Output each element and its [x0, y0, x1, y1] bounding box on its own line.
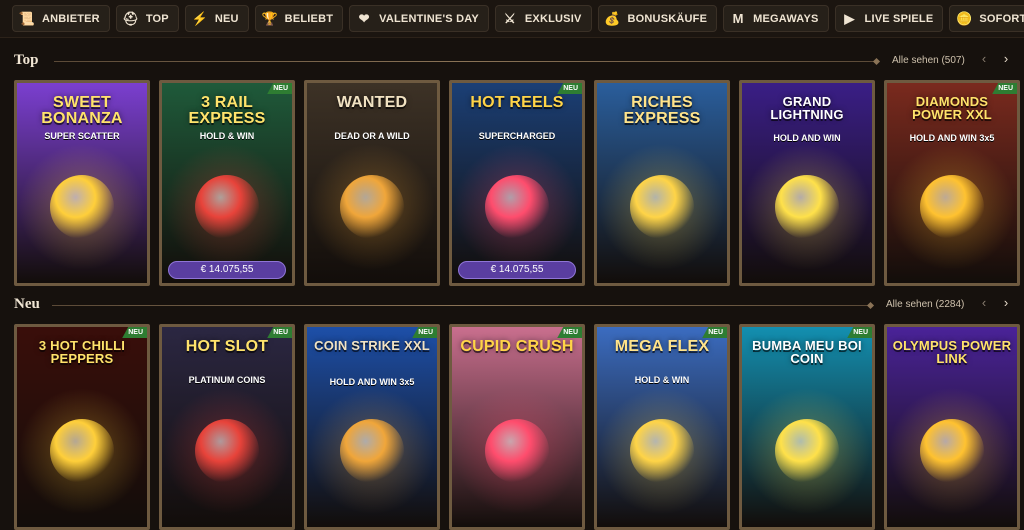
- game-title: BUMBA MEU BOI COIN: [752, 338, 862, 367]
- nav-label: EXKLUSIV: [524, 12, 582, 25]
- nav-valentine-s-day[interactable]: ❤ VALENTINE'S DAY: [349, 5, 489, 32]
- game-card[interactable]: 3 RAIL EXPRESS HOLD & WIN NEU € 14.075,55: [159, 80, 295, 286]
- game-card[interactable]: 3 HOT CHILLI PEPPERS NEU: [14, 324, 150, 530]
- game-subtitle: HOLD AND WIN 3x5: [329, 377, 415, 387]
- section-top-title: Top: [14, 52, 39, 68]
- trophy-icon: 🏆: [261, 11, 278, 26]
- nav-label: SOFORT-SPIELE: [979, 12, 1024, 25]
- game-emblem-icon: [920, 175, 984, 239]
- game-card[interactable]: MEGA FLEX HOLD & WIN NEU: [594, 324, 730, 530]
- section-divider: [54, 61, 876, 62]
- game-card[interactable]: HOT SLOT PLATINUM COINS NEU: [159, 324, 295, 530]
- nav-label: VALENTINE'S DAY: [379, 12, 479, 25]
- game-subtitle: SUPER SCATTER: [44, 131, 120, 141]
- see-all-neu-link[interactable]: Alle sehen (2284): [886, 299, 964, 310]
- nav-label: ANBIETER: [42, 12, 100, 25]
- game-card[interactable]: OLYMPUS POWER LINK: [884, 324, 1020, 530]
- nav-label: BONUSKÄUFE: [627, 12, 708, 25]
- game-card[interactable]: BUMBA MEU BOI COIN NEU: [739, 324, 875, 530]
- game-title: HOT SLOT: [185, 338, 269, 355]
- crossed-swords-icon: ⚔: [503, 11, 516, 26]
- game-emblem-icon: [630, 419, 694, 483]
- game-emblem-icon: [340, 175, 404, 239]
- section-divider: [52, 305, 870, 306]
- next-arrow-icon[interactable]: ›: [999, 296, 1013, 310]
- game-emblem-icon: [195, 419, 259, 483]
- next-arrow-icon[interactable]: ›: [999, 52, 1013, 66]
- nav-label: MEGAWAYS: [753, 12, 819, 25]
- game-subtitle: DEAD OR A WILD: [334, 131, 410, 141]
- game-subtitle: HOLD & WIN: [634, 375, 690, 385]
- game-emblem-icon: [485, 175, 549, 239]
- nav-megaways[interactable]: M MEGAWAYS: [723, 5, 829, 32]
- game-title: COIN STRIKE XXL: [314, 338, 430, 353]
- jackpot-amount: € 14.075,55: [168, 261, 286, 279]
- game-card[interactable]: GRAND LIGHTNING HOLD AND WIN: [739, 80, 875, 286]
- play-icon: ▶: [844, 11, 855, 26]
- game-subtitle: PLATINUM COINS: [188, 375, 266, 385]
- game-title: SWEET BONANZA: [41, 94, 123, 128]
- game-emblem-icon: [50, 175, 114, 239]
- game-title: DIAMONDS POWER XXL: [912, 94, 992, 123]
- nav-label: LIVE SPIELE: [864, 12, 934, 25]
- game-card[interactable]: SWEET BONANZA SUPER SCATTER: [14, 80, 150, 286]
- game-card[interactable]: COIN STRIKE XXL HOLD AND WIN 3x5 NEU: [304, 324, 440, 530]
- game-subtitle: HOLD AND WIN: [773, 133, 841, 143]
- nav-label: NEU: [214, 12, 239, 25]
- game-card[interactable]: CUPID CRUSH NEU: [449, 324, 585, 530]
- game-title: GRAND LIGHTNING: [770, 94, 844, 123]
- coin-stack-icon: 🪙: [956, 11, 973, 26]
- game-title: 3 RAIL EXPRESS: [188, 94, 266, 128]
- game-title: CUPID CRUSH: [460, 338, 574, 355]
- game-card[interactable]: WANTED DEAD OR A WILD: [304, 80, 440, 286]
- scroll-icon: 📜: [18, 11, 36, 26]
- game-subtitle: SUPERCHARGED: [478, 131, 556, 141]
- section-neu: Neu Alle sehen (2284) ‹ › 3 HOT CHILLI P…: [0, 290, 1024, 530]
- game-emblem-icon: [775, 419, 839, 483]
- game-emblem-icon: [920, 419, 984, 483]
- prev-arrow-icon[interactable]: ‹: [977, 296, 991, 310]
- game-emblem-icon: [340, 419, 404, 483]
- lightning-icon: ⚡: [191, 11, 209, 26]
- game-title: MEGA FLEX: [614, 338, 710, 355]
- helmet-icon: ⛑: [122, 11, 140, 26]
- section-neu-title: Neu: [14, 296, 40, 312]
- money-bag-icon: 💰: [604, 11, 621, 26]
- game-title: RICHES EXPRESS: [623, 94, 701, 128]
- nav-label: TOP: [145, 12, 169, 25]
- game-card[interactable]: RICHES EXPRESS: [594, 80, 730, 286]
- game-title: OLYMPUS POWER LINK: [892, 338, 1012, 367]
- nav-anbieter[interactable]: 📜 ANBIETER: [12, 5, 110, 32]
- game-emblem-icon: [50, 419, 114, 483]
- nav-beliebt[interactable]: 🏆 BELIEBT: [254, 5, 344, 32]
- game-emblem-icon: [775, 175, 839, 239]
- jackpot-amount: € 14.075,55: [458, 261, 576, 279]
- nav-neu[interactable]: ⚡ NEU: [184, 5, 249, 32]
- game-title: WANTED: [336, 94, 408, 111]
- nav-exklusiv[interactable]: ⚔ EXKLUSIV: [494, 5, 592, 32]
- section-top: Top Alle sehen (507) ‹ › SWEET BONANZA SU…: [0, 46, 1024, 286]
- nav-sofort-spiele[interactable]: 🪙 SOFORT-SPIELE: [949, 5, 1024, 32]
- game-subtitle: HOLD & WIN: [199, 131, 255, 141]
- heart-icon: ❤: [358, 11, 370, 26]
- game-card[interactable]: DIAMONDS POWER XXL HOLD AND WIN 3x5 NEU: [884, 80, 1020, 286]
- megaways-m-icon: M: [732, 11, 744, 26]
- nav-top[interactable]: ⛑ TOP: [115, 5, 179, 32]
- game-title: HOT REELS: [470, 94, 564, 111]
- nav-bonuskäufe[interactable]: 💰 BONUSKÄUFE: [597, 5, 718, 32]
- nav-live-spiele[interactable]: ▶ LIVE SPIELE: [834, 5, 944, 32]
- game-emblem-icon: [630, 175, 694, 239]
- game-card[interactable]: HOT REELS SUPERCHARGED NEU € 14.075,55: [449, 80, 585, 286]
- nav-label: BELIEBT: [284, 12, 334, 25]
- category-nav: 📜 ANBIETER ⛑ TOP ⚡ NEU 🏆 BELIEBT ❤ VALENTINE'S DA…: [0, 0, 1024, 38]
- game-emblem-icon: [485, 419, 549, 483]
- game-subtitle: HOLD AND WIN 3x5: [909, 133, 995, 143]
- game-emblem-icon: [195, 175, 259, 239]
- game-title: 3 HOT CHILLI PEPPERS: [38, 338, 126, 367]
- prev-arrow-icon[interactable]: ‹: [977, 52, 991, 66]
- see-all-top-link[interactable]: Alle sehen (507): [892, 55, 965, 66]
